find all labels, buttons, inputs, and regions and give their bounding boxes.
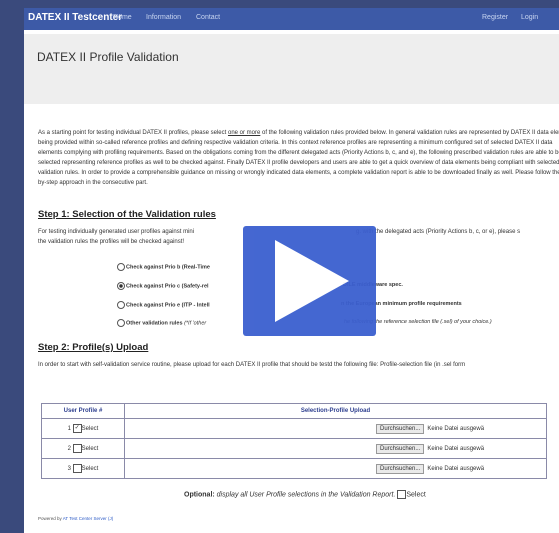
footer: Powered by AT Test Center Server (J) [38,516,113,521]
radio-prio-c[interactable] [117,282,125,290]
optional-select-label: Select [406,491,426,499]
col-user-profile: User Profile # [41,403,125,419]
nav-home[interactable]: Home [113,14,132,21]
browse-button[interactable]: Durchsuchen... [376,423,425,434]
upload-cell: Durchsuchen... Keine Datei ausgewä [124,418,547,439]
profile-cell: 2 Select [41,438,125,459]
footer-text: Powered by [38,516,63,521]
footer-link[interactable]: AT Test Center Server (J) [63,516,114,521]
profile-cell: 1 ✓ Select [41,418,125,439]
select-label: Select [81,466,99,473]
profile-cell: 3 Select [41,458,125,479]
select-label: Select [81,446,99,453]
optional-checkbox[interactable] [397,490,407,499]
option-other-label: Other validation rules [126,320,183,327]
intro-text: As a starting point for testing individu… [38,128,559,188]
optional-text: display all User Profile selections in t… [214,491,396,499]
select-checkbox[interactable]: ✓ [72,424,82,433]
step1-heading: Step 1: Selection of the Validation rule… [38,209,216,220]
upload-cell: Durchsuchen... Keine Datei ausgewä [124,438,547,459]
select-checkbox[interactable] [72,464,82,473]
browse-button[interactable]: Durchsuchen... [376,463,425,474]
brand-logo[interactable]: DATEX II Testcenter [28,12,122,23]
nav-login[interactable]: Login [521,14,538,21]
browse-button[interactable]: Durchsuchen... [376,443,425,454]
table-header-row: User Profile # Selection-Profile Upload [41,403,547,419]
step2-heading: Step 2: Profile(s) Upload [38,342,149,353]
no-file-text: Keine Datei ausgewä [427,445,485,452]
nav-information[interactable]: Information [146,14,181,21]
one-or-more-link: one or more [227,130,261,136]
option-other[interactable]: Other validation rules (*If 'other he fol… [117,319,492,327]
intro-part1: As a starting point for testing individu… [38,130,228,136]
step1-text-right: g. with the delegated acts (Priority Act… [356,229,521,235]
page-title: DATEX II Profile Validation [37,50,179,64]
profile-number: 1 [67,426,71,433]
navbar: DATEX II Testcenter Home Information Con… [24,8,559,30]
table-row: 3 Select Durchsuchen... Keine Datei ausge… [41,458,547,479]
option-prio-e-label: Check against Prio e (ITP - Intell [126,302,210,309]
option-prio-c[interactable]: Check against Prio c (Safety-relDILE mid… [117,282,403,290]
no-file-text: Keine Datei ausgewä [427,425,485,432]
nav-contact[interactable]: Contact [196,14,220,21]
profile-number: 2 [67,446,71,453]
select-label: Select [81,426,99,433]
table-row: 2 Select Durchsuchen... Keine Datei ausge… [41,438,547,459]
option-prio-b[interactable]: Check against Prio b (Real-Time [117,263,210,271]
upload-cell: Durchsuchen... Keine Datei ausgewä [124,458,547,479]
radio-prio-e[interactable] [117,301,125,309]
profile-number: 3 [67,466,71,473]
optional-report-option: Optional: display all User Profile selec… [184,490,426,499]
option-prio-e[interactable]: Check against Prio e (ITP - Intell n the … [117,301,462,309]
step2-text: In order to start with self-validation s… [38,362,466,368]
hero-banner [24,34,559,104]
upload-table: User Profile # Selection-Profile Upload … [41,403,547,479]
select-checkbox[interactable] [72,444,82,453]
option-prio-b-label: Check against Prio b (Real-Time [126,264,210,271]
intro-part2: of the following validation rules provid… [38,130,559,186]
radio-other[interactable] [117,319,125,327]
optional-bold: Optional: [184,491,215,499]
option-other-note: (*If 'other [184,320,207,327]
step1-text2: the validation rules the profiles will b… [38,239,185,245]
table-row: 1 ✓ Select Durchsuchen... Keine Datei ausg… [41,418,547,439]
browser-page: DATEX II Testcenter Home Information Con… [24,8,559,533]
play-icon [275,240,349,322]
col-selection-upload: Selection-Profile Upload [124,403,547,419]
step1-text-left: For testing individually generated user … [38,229,195,235]
no-file-text: Keine Datei ausgewä [427,465,485,472]
option-prio-c-label: Check against Prio c (Safety-rel [126,283,209,290]
video-play-overlay[interactable] [243,226,376,336]
radio-prio-b[interactable] [117,263,125,271]
nav-register[interactable]: Register [482,14,508,21]
